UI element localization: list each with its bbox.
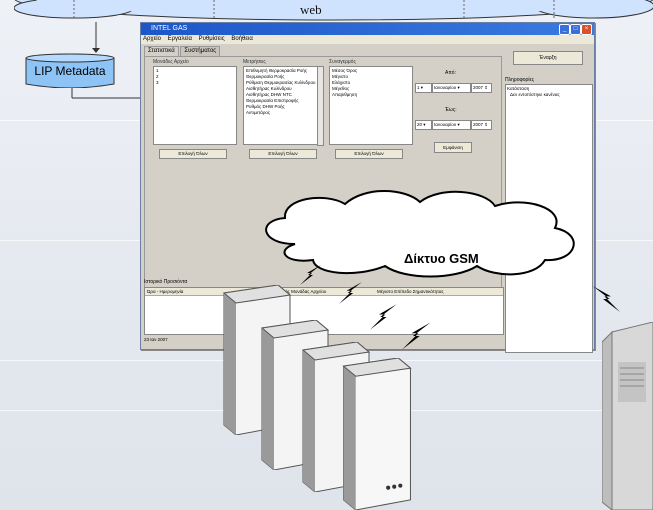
info-line: Δεν εντοπίστηκε κανένας	[510, 92, 560, 97]
history-title: Ιστορικό Προσιόντα	[144, 279, 188, 285]
date-from-label: Από:	[445, 70, 456, 76]
files-group-title: Μονάδες Αρχείο	[153, 59, 189, 65]
date-to-label: Έως:	[445, 107, 457, 113]
aggregate-select-all-button[interactable]: Επιλογή Όλων	[335, 149, 403, 159]
web-cloud	[14, 0, 653, 21]
lightning-icon	[402, 322, 431, 350]
close-button[interactable]: ×	[581, 24, 592, 35]
list-item[interactable]: Απαριθμηση	[332, 92, 410, 98]
lightning-icon	[338, 282, 362, 304]
lightning-icon	[592, 286, 620, 312]
menu-tools[interactable]: Εργαλεία	[168, 36, 192, 42]
web-label: web	[300, 2, 322, 17]
aggregate-group-title: Συναγερμός	[329, 59, 356, 65]
lightning-icon	[300, 265, 321, 285]
menu-help[interactable]: Βοήθεια	[231, 36, 253, 42]
lightning-icon	[370, 304, 397, 330]
server-icon	[602, 322, 653, 510]
date-from-month[interactable]: Ιανουαρίου ▾	[432, 83, 471, 93]
date-to-year[interactable]: 2007 ⇕	[471, 120, 492, 130]
files-select-all-button[interactable]: Επιλογή Όλων	[159, 149, 227, 159]
tab-system[interactable]: Συστήματος	[180, 46, 221, 56]
info-title: Πληροφορίες	[505, 77, 535, 83]
title-bar: INTEL GAS _ □ ×	[141, 23, 594, 35]
column-header[interactable]: Μέγιστο Επίπεδο Σημαντικότητας	[377, 288, 444, 295]
window-title: INTEL GAS	[151, 25, 188, 32]
status-text: 23 Ιαν 2007	[144, 337, 168, 342]
metrics-select-all-button[interactable]: Επιλογή Όλων	[249, 149, 317, 159]
run-button[interactable]: Έναρξη	[513, 51, 583, 65]
minimize-button[interactable]: _	[559, 24, 570, 35]
tab-strip: Στατιστικά Συστήματος	[144, 46, 221, 56]
history-header: Ώρα - Ημερομηνία Κωδικός Μονάδας Αρχείου…	[145, 288, 503, 296]
date-to-day[interactable]: 20 ▾	[415, 120, 432, 130]
metrics-scrollbar[interactable]	[317, 66, 324, 146]
date-from-day[interactable]: 1 ▾	[415, 83, 432, 93]
column-header[interactable]: Ώρα - Ημερομηνία	[147, 288, 183, 295]
date-to-month[interactable]: Ιανουαρίου ▾	[432, 120, 471, 130]
list-item[interactable]: 3	[156, 80, 234, 86]
show-button[interactable]: Εμφάνιση	[434, 142, 472, 153]
connector-lines	[71, 22, 140, 99]
metrics-list[interactable]: Επιθυμητή Θερμοκρασία Ροής Θερμοκρασία Ρ…	[243, 66, 321, 145]
date-from-year[interactable]: 2007 ⇕	[471, 83, 492, 93]
gsm-network-label: Δίκτυο GSM	[404, 251, 479, 266]
files-list[interactable]: 1 2 3	[153, 66, 237, 145]
menu-bar: Αρχείο Εργαλεία Ρυθμίσεις Βοήθεια	[141, 35, 594, 44]
menu-file[interactable]: Αρχείο	[143, 36, 161, 42]
menu-settings[interactable]: Ρυθμίσεις	[199, 36, 225, 42]
boiler-device-icon	[342, 358, 412, 510]
tab-statistics[interactable]: Στατιστικά	[144, 46, 179, 56]
aggregate-list[interactable]: Μέσος Όρος Μέγιστο Ελάχιστο Μέγεθος Απαρ…	[329, 66, 413, 145]
metrics-group-title: Μετρήσεις	[243, 59, 266, 65]
list-item[interactable]: Αντιμετάρος	[246, 110, 318, 116]
maximize-button[interactable]: □	[570, 24, 581, 35]
